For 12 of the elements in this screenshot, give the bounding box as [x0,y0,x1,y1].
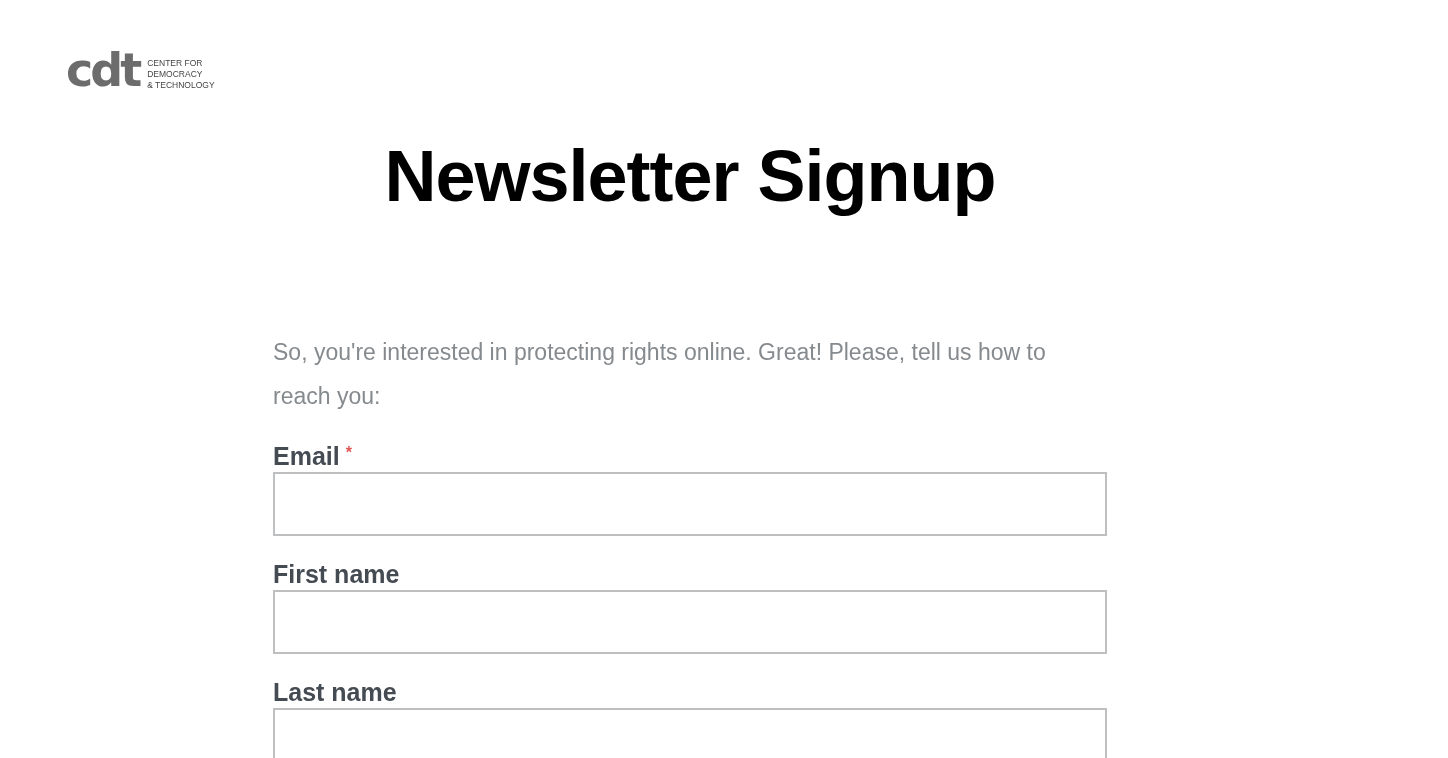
field-label: First name [273,559,400,590]
field-label: Last name [273,677,397,708]
input-field[interactable] [273,590,1107,654]
logo-text: DEMOCRACY [147,69,204,81]
logo-mark: cdt [66,50,140,92]
intro-text: So, you're interested in protecting rights online. Great! Please, tell us how to reach you: [273,338,1047,411]
input-field[interactable] [273,708,1107,758]
logo-text: CENTER FOR [147,58,204,70]
required-mark: * [345,443,352,463]
field-label: Email [273,441,340,472]
input-field[interactable] [273,472,1107,536]
logo-text: & TECHNOLOGY [147,80,215,92]
